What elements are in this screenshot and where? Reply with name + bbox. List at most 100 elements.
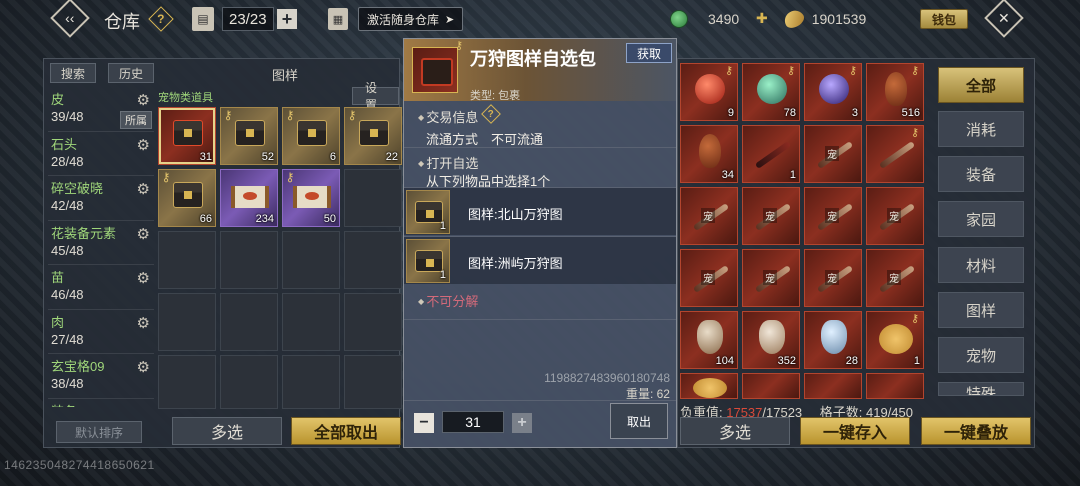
item-slot[interactable]: 宠 [680,249,738,307]
empty-slot[interactable] [220,355,278,409]
empty-slot[interactable] [282,355,340,409]
help-icon[interactable]: ? [148,6,174,32]
item-slot[interactable]: ⚷ 78 [742,63,800,121]
empty-slot[interactable] [344,169,402,227]
filter-pattern[interactable]: 图样 [938,292,1024,328]
pet-tag: 宠 [825,208,839,223]
quantity-input[interactable]: 31 [442,411,504,433]
empty-slot[interactable] [344,293,402,351]
filter-all[interactable]: 全部 [938,67,1024,103]
gear-icon[interactable]: ⚙ [137,314,150,332]
category-item[interactable]: 石头 28/48 ⚙ [48,132,154,176]
empty-slot[interactable] [158,355,216,409]
filter-pet[interactable]: 宠物 [938,337,1024,373]
category-item[interactable]: 装备 [48,399,154,408]
item-slot[interactable]: 宠 [866,187,924,245]
item-slot[interactable]: ⚷ 66 [158,169,216,227]
item-slot[interactable] [680,373,738,399]
category-item[interactable]: 玄宝格09 38/48 ⚙ [48,354,154,399]
item-slot[interactable]: ⚷ 52 [220,107,278,165]
empty-slot[interactable] [158,293,216,351]
get-button[interactable]: 获取 [626,43,672,63]
empty-slot[interactable] [158,231,216,289]
empty-slot[interactable] [220,293,278,351]
jade-coin-icon [670,10,688,28]
item-slot[interactable]: 1 [742,125,800,183]
item-count: 516 [901,107,920,119]
take-all-button[interactable]: 全部取出 [291,417,401,445]
store-all-button[interactable]: 一键存入 [800,417,910,445]
item-slot[interactable]: ⚷ 6 [282,107,340,165]
item-slot[interactable]: 宠 [866,249,924,307]
item-slot[interactable] [742,373,800,399]
item-slot[interactable]: 104 [680,311,738,369]
option-row[interactable]: 1 图样:洲屿万狩图 [404,236,676,284]
category-item[interactable]: 皮 39/48 ⚙ 所属 [48,87,154,132]
empty-slot[interactable] [282,293,340,351]
expand-capacity-button[interactable]: + [277,9,297,29]
gear-icon[interactable]: ⚙ [137,91,150,109]
back-button[interactable]: ‹‹ [50,0,90,38]
item-slot[interactable]: 34 [680,125,738,183]
filter-material[interactable]: 材料 [938,247,1024,283]
item-slot[interactable]: ⚷ 50 [282,169,340,227]
wallet-button[interactable]: 钱包 [920,9,968,29]
increase-quantity-button[interactable]: + [512,413,532,433]
empty-slot[interactable] [344,231,402,289]
item-slot[interactable]: 宠 [804,187,862,245]
take-out-button[interactable]: 取出 [610,403,668,439]
empty-slot[interactable] [220,231,278,289]
warehouse-icon: ▤ [192,7,214,31]
gear-icon[interactable]: ⚙ [137,180,150,198]
warehouse-panel: 搜索 历史 图样 宠物类道具 设置 皮 39/48 ⚙ 所属 石头 28/48 … [43,58,402,448]
item-slot[interactable]: 宠 [804,249,862,307]
multi-select-button[interactable]: 多选 [680,417,790,445]
red-orb-icon [695,74,725,104]
item-slot[interactable]: 宠 [804,125,862,183]
item-slot[interactable]: 宠 [680,187,738,245]
gear-icon[interactable]: ⚙ [137,269,150,287]
empty-slot[interactable] [282,231,340,289]
item-slot[interactable]: 宠 [742,187,800,245]
close-button[interactable]: ✕ [984,0,1024,38]
history-tab[interactable]: 历史 [108,63,155,83]
help-icon[interactable]: ? [481,104,501,124]
filter-consumable[interactable]: 消耗 [938,111,1024,147]
filter-equipment[interactable]: 装备 [938,156,1024,192]
item-slot[interactable]: ⚷ 516 [866,63,924,121]
item-slot[interactable]: 234 [220,169,278,227]
item-slot[interactable]: ⚷ [866,125,924,183]
add-currency-icon[interactable]: ✚ [756,10,768,27]
item-slot[interactable]: 352 [742,311,800,369]
gear-icon[interactable]: ⚙ [137,136,150,154]
item-slot[interactable]: ⚷ 22 [344,107,402,165]
default-sort-button[interactable]: 默认排序 [56,421,142,443]
item-slot[interactable]: 31 [158,107,216,165]
search-tab[interactable]: 搜索 [50,63,97,83]
activate-portable-warehouse-button[interactable]: 激活随身仓库 ➤ [358,7,464,31]
item-slot[interactable]: 宠 [742,249,800,307]
item-slot[interactable]: ⚷ 1 [866,311,924,369]
item-count: 234 [255,213,274,225]
item-slot[interactable]: ⚷ 9 [680,63,738,121]
wine-jar-icon [759,320,785,354]
bind-icon: ⚷ [454,40,464,52]
gear-icon[interactable]: ⚙ [137,225,150,243]
divider [404,400,676,401]
category-item[interactable]: 碎空破晓 42/48 ⚙ [48,176,154,221]
decrease-quantity-button[interactable]: − [414,413,434,433]
category-item[interactable]: 苗 46/48 ⚙ [48,265,154,310]
option-row[interactable]: 1 图样:北山万狩图 [404,187,676,235]
category-item[interactable]: 肉 27/48 ⚙ [48,310,154,354]
gear-icon[interactable]: ⚙ [137,358,150,376]
stack-all-button[interactable]: 一键叠放 [921,417,1031,445]
item-slot[interactable]: 28 [804,311,862,369]
category-item[interactable]: 花装备元素 45/48 ⚙ [48,221,154,265]
multi-select-button[interactable]: 多选 [172,417,282,445]
item-slot[interactable] [866,373,924,399]
empty-slot[interactable] [344,355,402,409]
item-slot[interactable]: ⚷ 3 [804,63,862,121]
item-slot[interactable] [804,373,862,399]
filter-home[interactable]: 家园 [938,201,1024,237]
filter-special[interactable]: 特殊 [938,382,1024,396]
